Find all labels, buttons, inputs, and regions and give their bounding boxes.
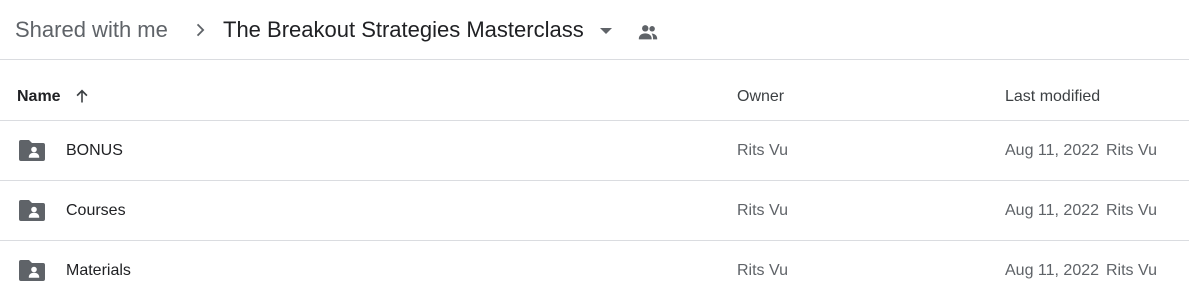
file-modified-date: Aug 11, 2022 <box>1005 202 1100 219</box>
column-last-modified-header[interactable]: Last modified <box>1005 87 1100 107</box>
shared-folder-icon <box>19 260 45 281</box>
file-name: BONUS <box>66 142 123 159</box>
breadcrumb-shared-with-me[interactable]: Shared with me <box>15 16 168 44</box>
shared-folder-icon <box>19 200 45 221</box>
file-name: Courses <box>66 202 126 219</box>
file-row[interactable]: Courses Rits Vu Aug 11, 2022 Rits Vu <box>0 181 1189 241</box>
breadcrumb-current-folder[interactable]: The Breakout Strategies Masterclass <box>223 16 584 44</box>
file-modified-date: Aug 11, 2022 <box>1005 262 1100 279</box>
drive-folder-view: Shared with me The Breakout Strategies M… <box>0 0 1189 296</box>
breadcrumb: Shared with me The Breakout Strategies M… <box>0 0 1189 60</box>
file-owner: Rits Vu <box>737 262 788 279</box>
file-modified-date: Aug 11, 2022 <box>1005 142 1100 159</box>
file-modified-by: Rits Vu <box>1106 202 1157 219</box>
column-name-header[interactable]: Name <box>17 87 61 107</box>
column-header: Name Owner Last modified <box>0 61 1189 121</box>
chevron-right-icon <box>196 23 205 37</box>
caret-down-icon[interactable] <box>596 21 616 41</box>
file-modified-by: Rits Vu <box>1106 262 1157 279</box>
file-owner: Rits Vu <box>737 142 788 159</box>
file-owner: Rits Vu <box>737 202 788 219</box>
file-name: Materials <box>66 262 131 279</box>
file-modified-by: Rits Vu <box>1106 142 1157 159</box>
file-row[interactable]: Materials Rits Vu Aug 11, 2022 Rits Vu <box>0 241 1189 296</box>
shared-folder-icon <box>19 140 45 161</box>
file-row[interactable]: BONUS Rits Vu Aug 11, 2022 Rits Vu <box>0 121 1189 181</box>
column-owner-header[interactable]: Owner <box>737 87 784 107</box>
arrow-up-icon[interactable] <box>72 86 92 106</box>
people-icon[interactable] <box>636 21 660 43</box>
